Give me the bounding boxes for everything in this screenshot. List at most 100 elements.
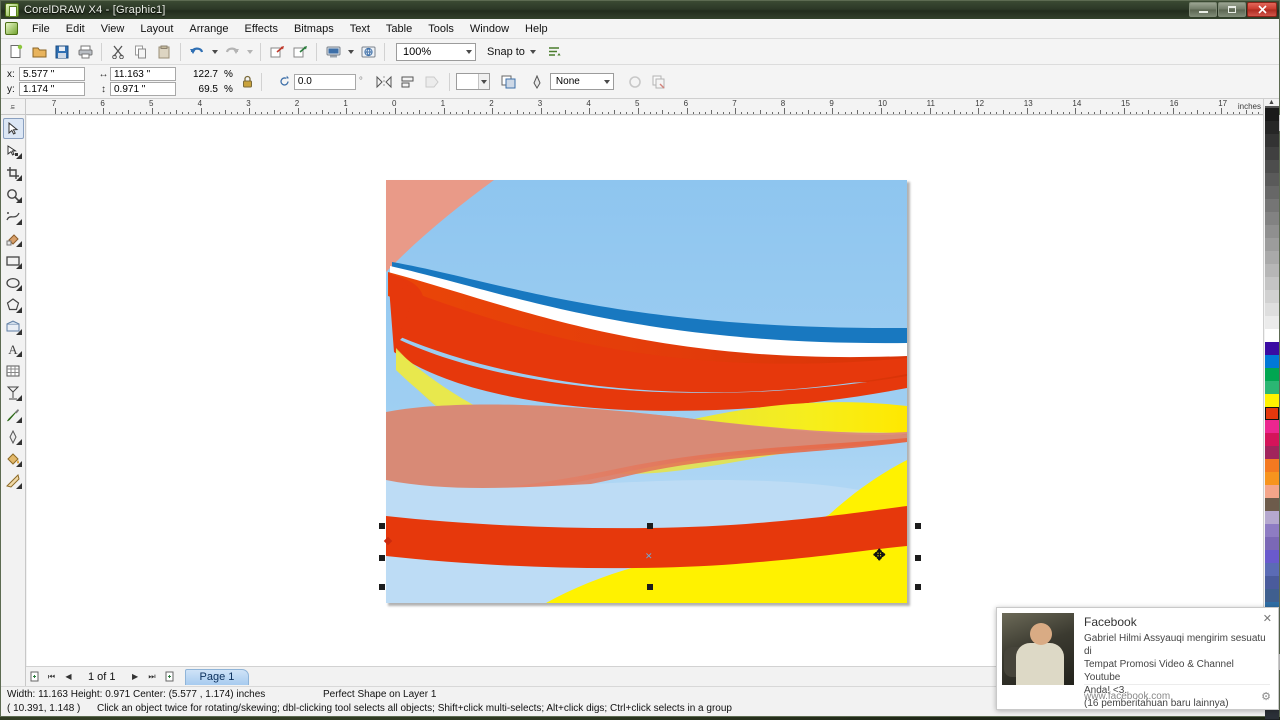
duplicate-button[interactable]: [648, 71, 670, 93]
fill-tool[interactable]: [3, 448, 24, 469]
corel-online-button[interactable]: [357, 41, 379, 63]
zoom-level-combo[interactable]: 100%: [396, 42, 476, 61]
palette-swatch[interactable]: [1264, 576, 1279, 589]
wrap-paragraph-text-button[interactable]: [421, 71, 443, 93]
undo-button[interactable]: [186, 41, 208, 63]
palette-swatch[interactable]: [1264, 511, 1279, 524]
first-page-button[interactable]: ⏮: [44, 669, 59, 684]
facebook-notification-toast[interactable]: ✕ Facebook Gabriel Hilmi Assyauqi mengir…: [996, 607, 1279, 710]
text-tool[interactable]: A: [3, 338, 24, 359]
scale-horizontal-value[interactable]: 122.7: [186, 69, 218, 80]
application-launcher-button[interactable]: [322, 41, 344, 63]
import-button[interactable]: [266, 41, 288, 63]
x-position-field[interactable]: 5.577 ": [19, 67, 85, 81]
zoom-tool[interactable]: [3, 184, 24, 205]
convert-outline-to-object-button[interactable]: [624, 71, 646, 93]
notification-close-button[interactable]: ✕: [1263, 612, 1272, 625]
palette-swatch[interactable]: [1264, 550, 1279, 563]
horizontal-ruler[interactable]: 7 6 5 4 3 2 1 0 1 2 3 4 5 6 7 8 9 10 11 12 13 14 15 16 17 inches: [26, 99, 1263, 115]
rectangle-tool[interactable]: [3, 250, 24, 271]
menu-file[interactable]: File: [24, 20, 58, 38]
menu-view[interactable]: View: [93, 20, 133, 38]
palette-swatch[interactable]: [1264, 160, 1279, 173]
selection-handle-top-center[interactable]: [647, 523, 653, 529]
ellipse-tool[interactable]: [3, 272, 24, 293]
last-page-button[interactable]: ⏭: [145, 669, 160, 684]
next-page-button[interactable]: ▶: [128, 669, 143, 684]
color-palette[interactable]: ▲ ▼ ◀: [1263, 99, 1279, 720]
chevron-down-icon[interactable]: [603, 79, 610, 84]
drawing-canvas[interactable]: ✕ ✥: [27, 116, 1263, 670]
palette-swatch[interactable]: [1264, 290, 1279, 303]
open-document-button[interactable]: [28, 41, 50, 63]
outline-color-dropdown[interactable]: [477, 74, 489, 89]
palette-swatch[interactable]: [1264, 199, 1279, 212]
notification-settings-button[interactable]: ⚙: [1261, 690, 1271, 703]
selection-handle-middle-left[interactable]: [379, 555, 385, 561]
pick-tool[interactable]: [2, 118, 24, 139]
chevron-down-icon[interactable]: [529, 49, 536, 54]
palette-swatch[interactable]: [1264, 342, 1279, 355]
menu-table[interactable]: Table: [378, 20, 420, 38]
palette-swatch[interactable]: [1264, 498, 1279, 511]
palette-swatch[interactable]: [1264, 485, 1279, 498]
to-front-button[interactable]: [498, 71, 520, 93]
launcher-dropdown-button[interactable]: [345, 41, 356, 63]
undo-dropdown-button[interactable]: [209, 41, 220, 63]
paste-button[interactable]: [153, 41, 175, 63]
rotation-angle-field[interactable]: 0.0: [293, 73, 356, 90]
selection-handle-bottom-right[interactable]: [915, 584, 921, 590]
palette-swatch[interactable]: [1264, 212, 1279, 225]
palette-swatch[interactable]: [1264, 186, 1279, 199]
palette-swatch[interactable]: [1264, 134, 1279, 147]
eyedropper-tool[interactable]: [3, 404, 24, 425]
palette-swatch[interactable]: [1264, 407, 1279, 420]
freehand-tool[interactable]: [3, 206, 24, 227]
palette-swatch[interactable]: [1264, 277, 1279, 290]
palette-swatch[interactable]: [1264, 433, 1279, 446]
palette-swatch[interactable]: [1264, 147, 1279, 160]
menu-arrange[interactable]: Arrange: [181, 20, 236, 38]
outline-color-combo[interactable]: [455, 73, 490, 90]
redo-dropdown-button[interactable]: [244, 41, 255, 63]
close-button[interactable]: [1247, 2, 1277, 17]
palette-swatch[interactable]: [1264, 524, 1279, 537]
palette-swatch[interactable]: [1264, 238, 1279, 251]
menu-layout[interactable]: Layout: [132, 20, 181, 38]
menu-text[interactable]: Text: [342, 20, 378, 38]
chevron-down-icon[interactable]: [466, 49, 472, 54]
menu-window[interactable]: Window: [462, 20, 517, 38]
palette-swatch[interactable]: [1264, 355, 1279, 368]
print-button[interactable]: [74, 41, 96, 63]
outline-width-combo[interactable]: None: [549, 73, 614, 90]
selection-handle-bottom-center[interactable]: [647, 584, 653, 590]
menu-bitmaps[interactable]: Bitmaps: [286, 20, 342, 38]
mirror-vertical-button[interactable]: [397, 71, 419, 93]
palette-swatch[interactable]: [1264, 537, 1279, 550]
palette-swatch[interactable]: [1264, 173, 1279, 186]
crop-tool[interactable]: [3, 162, 24, 183]
minimize-button[interactable]: [1189, 2, 1217, 17]
page-tab-page-1[interactable]: Page 1: [184, 668, 250, 685]
add-page-before-button[interactable]: [27, 669, 42, 684]
palette-swatch[interactable]: [1264, 589, 1279, 602]
table-tool[interactable]: [3, 360, 24, 381]
palette-swatch[interactable]: [1264, 329, 1279, 342]
palette-swatch[interactable]: [1264, 446, 1279, 459]
design-page[interactable]: [386, 180, 907, 603]
ruler-origin-corner[interactable]: in: [1, 99, 26, 115]
palette-swatch[interactable]: [1264, 225, 1279, 238]
palette-swatch[interactable]: [1264, 264, 1279, 277]
no-color-swatch[interactable]: [1264, 106, 1279, 108]
selection-handle-bottom-left[interactable]: [379, 584, 385, 590]
palette-swatch[interactable]: [1264, 472, 1279, 485]
copy-button[interactable]: [130, 41, 152, 63]
lock-ratio-button[interactable]: [241, 74, 255, 90]
palette-swatch[interactable]: [1264, 368, 1279, 381]
selection-handle-top-right[interactable]: [915, 523, 921, 529]
interactive-fill-tool[interactable]: [3, 470, 24, 491]
object-width-field[interactable]: 11.163 ": [110, 67, 176, 81]
new-document-button[interactable]: [5, 41, 27, 63]
mirror-horizontal-button[interactable]: [373, 71, 395, 93]
export-button[interactable]: [289, 41, 311, 63]
